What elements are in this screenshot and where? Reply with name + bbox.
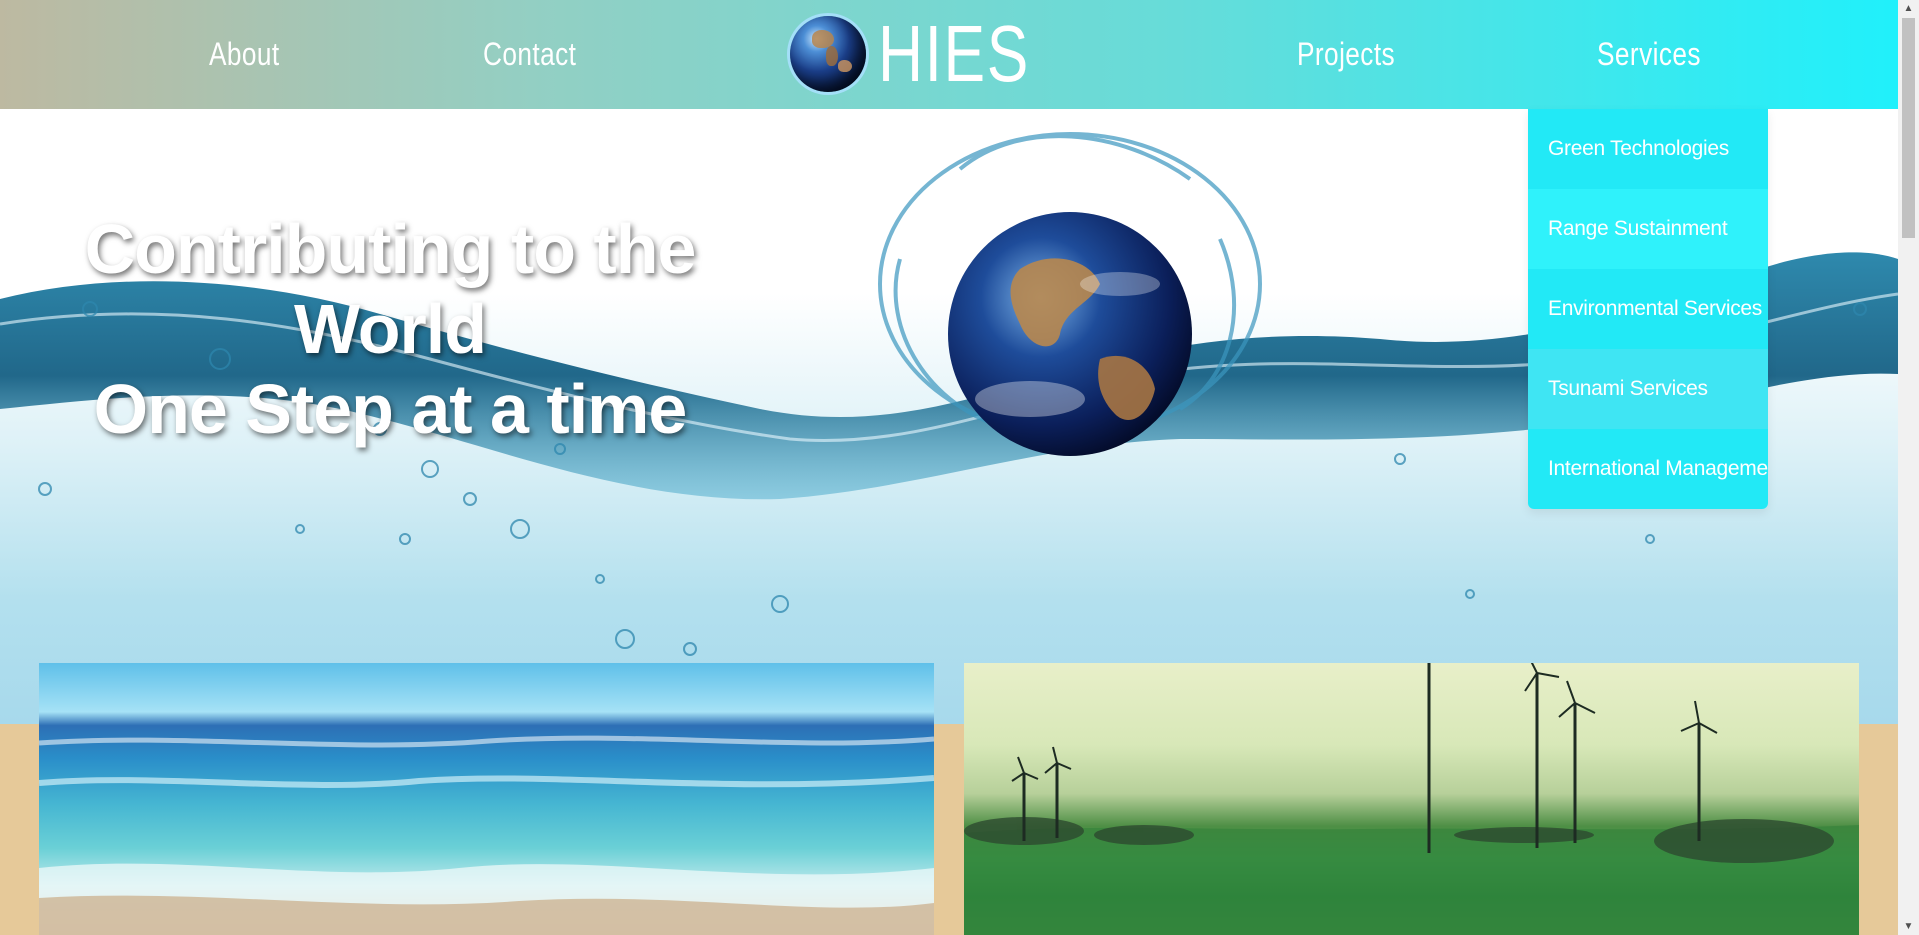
menu-item-range-sustainment[interactable]: Range Sustainment bbox=[1528, 189, 1768, 269]
menu-item-environmental-services[interactable]: Environmental Services bbox=[1528, 269, 1768, 349]
wind-turbines-illustration bbox=[964, 663, 1859, 935]
brand-logo-link[interactable]: HIES bbox=[790, 14, 1073, 94]
vertical-scrollbar[interactable]: ▲ ▼ bbox=[1898, 0, 1919, 935]
menu-item-green-technologies[interactable]: Green Technologies bbox=[1528, 109, 1768, 189]
earth-globe-icon bbox=[790, 16, 866, 92]
menu-item-tsunami-services[interactable]: Tsunami Services bbox=[1528, 349, 1768, 429]
ocean-waves-illustration bbox=[39, 735, 934, 935]
hero-headline-line-1: Contributing to the World bbox=[84, 210, 697, 368]
ocean-beach-photo[interactable] bbox=[39, 663, 934, 935]
hero-headline-line-2: One Step at a time bbox=[93, 370, 688, 448]
wind-turbine-field-photo[interactable] bbox=[964, 663, 1859, 935]
nav-contact-link[interactable]: Contact bbox=[483, 0, 576, 109]
top-navigation-bar: About Contact HIES Projects Services bbox=[0, 0, 1898, 109]
scrollbar-thumb[interactable] bbox=[1902, 18, 1915, 238]
brand-name: HIES bbox=[878, 9, 1030, 98]
nav-services-link[interactable]: Services bbox=[1597, 0, 1701, 109]
triangle-up-icon[interactable]: ▲ bbox=[1898, 0, 1919, 17]
services-dropdown-menu: Green Technologies Range Sustainment Env… bbox=[1528, 109, 1768, 509]
hero-headline: Contributing to the World One Step at a … bbox=[70, 209, 710, 449]
triangle-down-icon[interactable]: ▼ bbox=[1898, 918, 1919, 935]
nav-projects-link[interactable]: Projects bbox=[1297, 0, 1395, 109]
menu-item-international-management[interactable]: International Management bbox=[1528, 429, 1768, 509]
nav-about-link[interactable]: About bbox=[209, 0, 280, 109]
